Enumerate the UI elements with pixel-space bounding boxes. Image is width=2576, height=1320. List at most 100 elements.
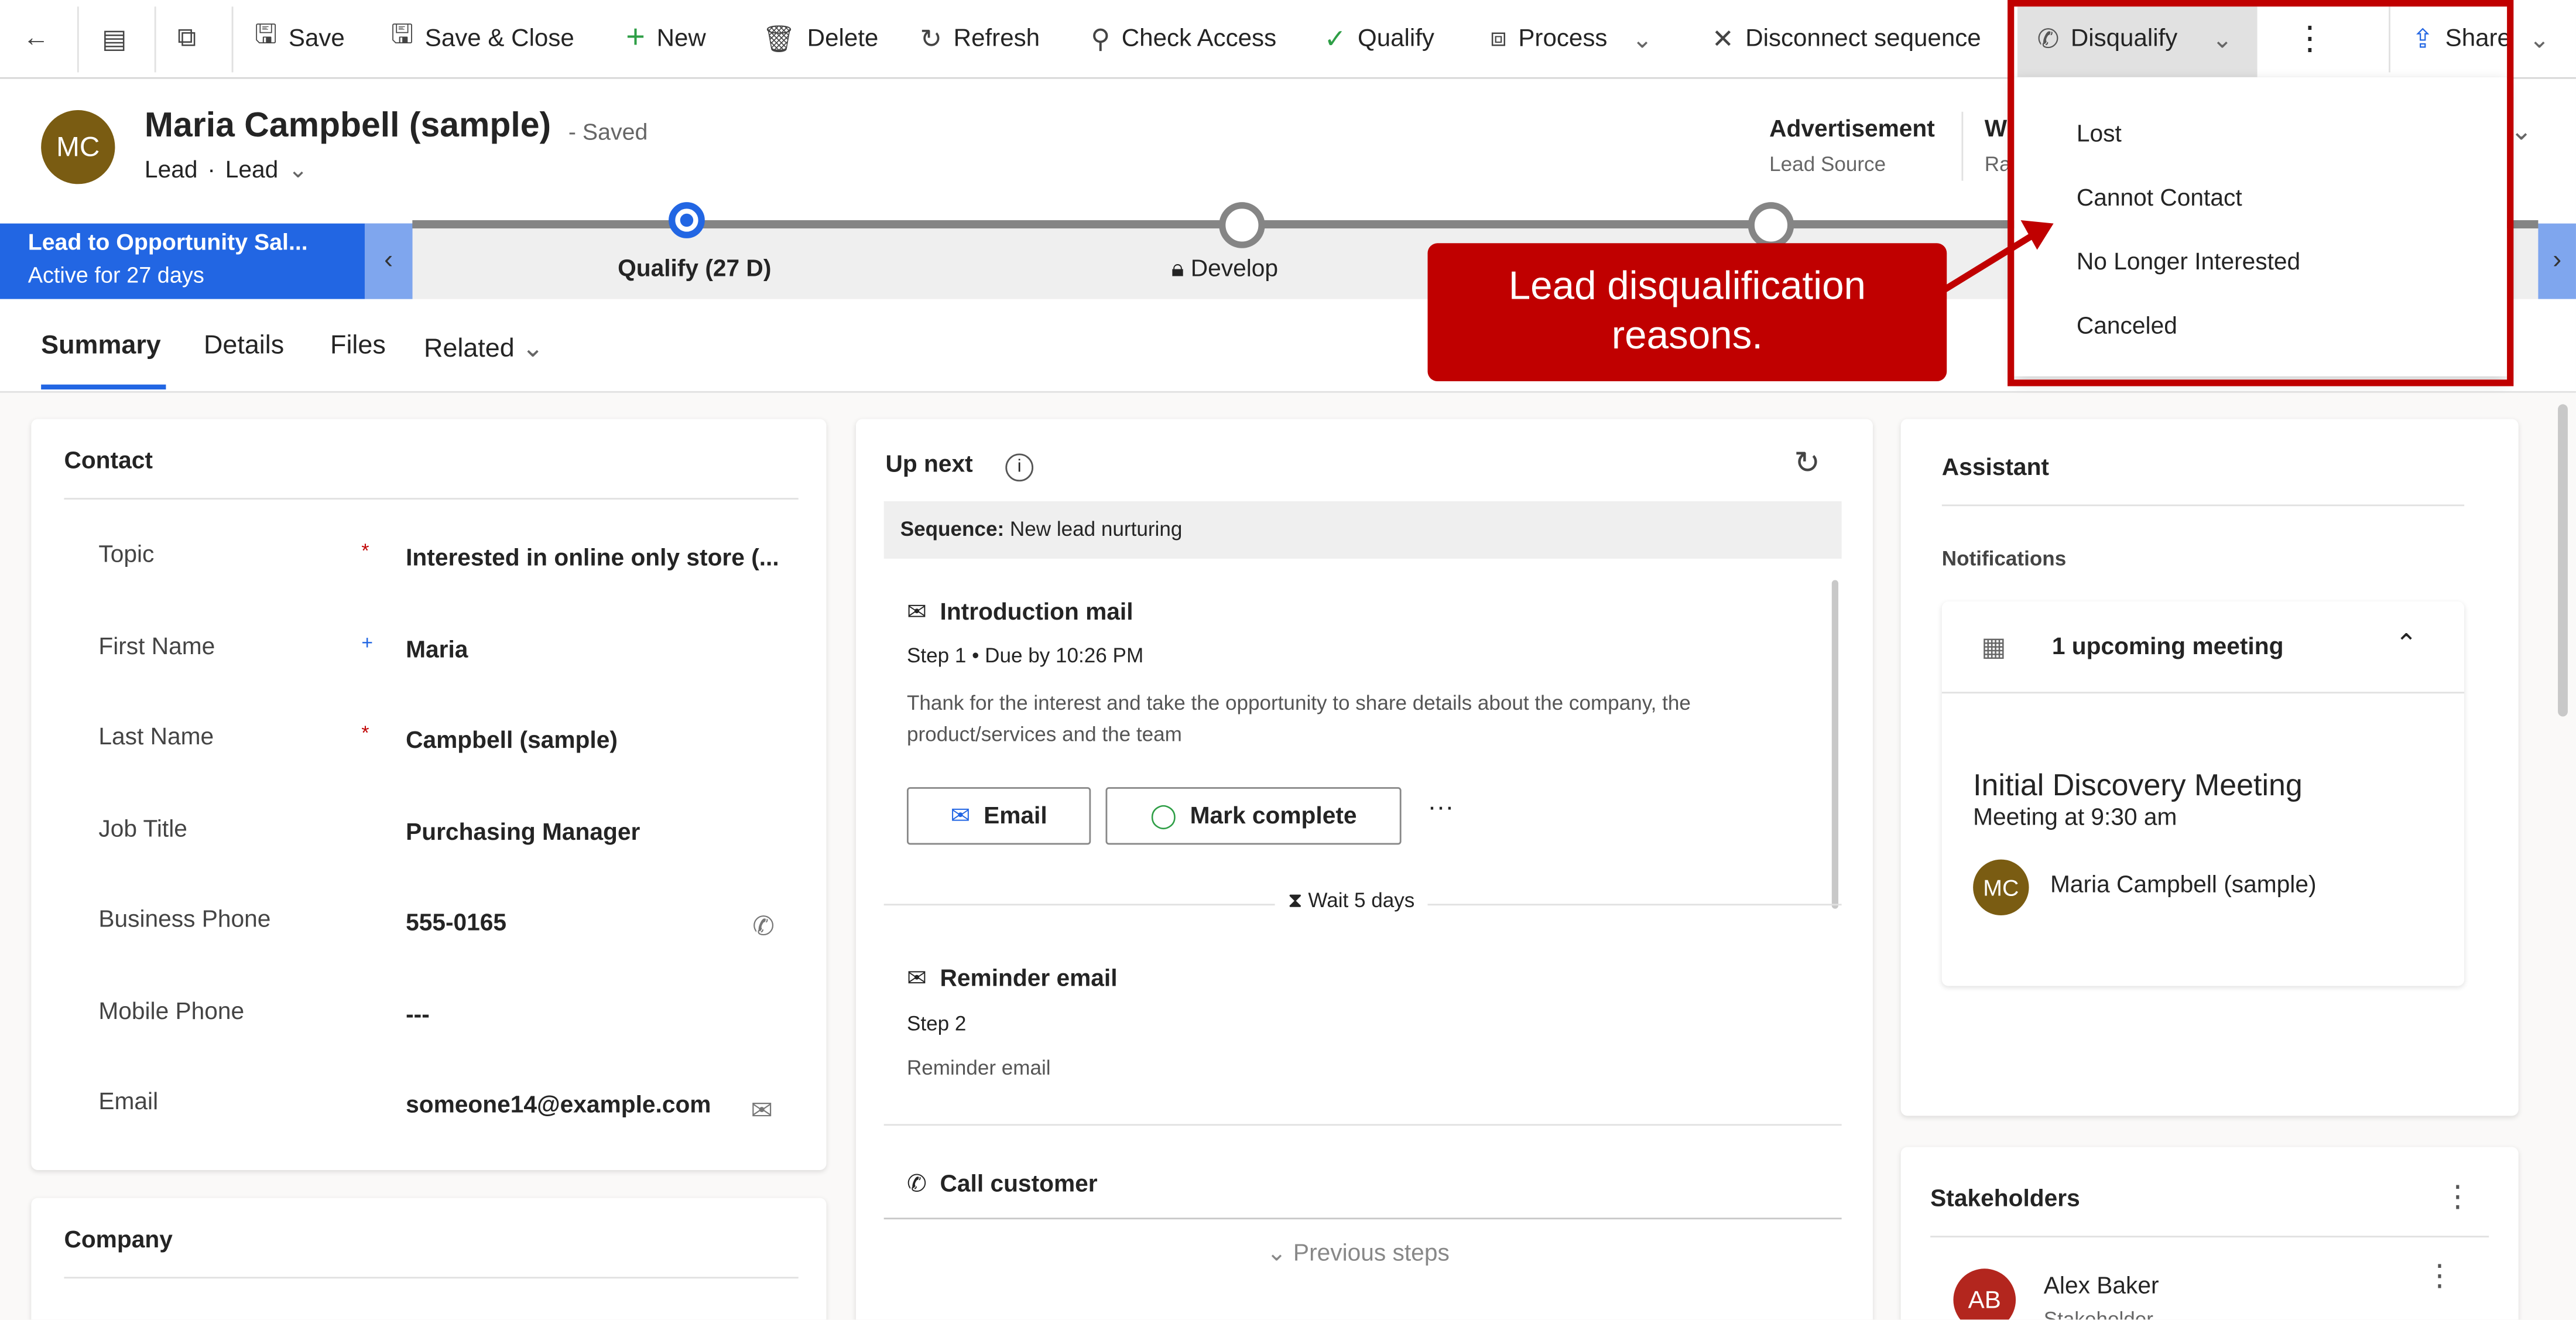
stakeholder-role: Stakeholder <box>2044 1308 2153 1320</box>
plus-icon: + <box>626 19 645 56</box>
stage-develop-node[interactable] <box>1219 202 1265 248</box>
email-button[interactable]: ✉ Email <box>906 787 1091 845</box>
more-vertical-icon[interactable]: ⋮ <box>2425 1259 2455 1293</box>
field-label: Job Title <box>98 816 187 843</box>
annotation-arrow <box>1943 220 2054 292</box>
section-title: Up next <box>885 452 973 478</box>
disconnect-label: Disconnect sequence <box>1745 25 1981 53</box>
close-icon: ✕ <box>1711 25 1734 54</box>
more-vertical-icon[interactable]: ⋮ <box>2443 1180 2473 1215</box>
lead-source-label: Lead Source <box>1769 152 1886 176</box>
more-actions-button[interactable]: ··· <box>1428 794 1454 823</box>
stakeholders-section: Stakeholders ⋮ AB Alex Baker Stakeholder… <box>1900 1147 2519 1320</box>
field-value[interactable]: Maria <box>406 637 468 663</box>
header-expand-icon[interactable]: ⌄ <box>2510 115 2533 148</box>
stage-propose-node[interactable] <box>1748 202 1794 248</box>
info-icon[interactable]: i <box>1005 453 1034 482</box>
calendar-icon: ▦ <box>1981 634 2006 662</box>
chevron-down-icon: ⌄ <box>1632 25 1653 54</box>
tab-details[interactable]: Details <box>204 332 284 362</box>
step-meta: Step 2 <box>906 1012 967 1035</box>
qualify-icon: ✓ <box>1324 25 1347 54</box>
notifications-label: Notifications <box>1941 547 2067 570</box>
avatar: AB <box>1953 1268 2016 1320</box>
field-value[interactable]: someone14@example.com <box>406 1093 711 1119</box>
field-value[interactable]: 555-0165 <box>406 911 506 937</box>
phone-icon[interactable]: ✆ <box>752 911 775 943</box>
page-scrollbar[interactable] <box>2558 404 2568 717</box>
save-button[interactable]: 🖫 Save <box>255 0 345 77</box>
save-close-label: Save & Close <box>424 25 574 53</box>
disconnect-sequence-button[interactable]: ✕ Disconnect sequence <box>1712 0 1981 77</box>
mail-icon: ✉ <box>906 966 927 993</box>
stage-qualify-node[interactable] <box>669 202 705 238</box>
record-title: Maria Campbell (sample) <box>144 107 551 145</box>
check-access-label: Check Access <box>1121 25 1277 53</box>
refresh-icon[interactable]: ↻ <box>1794 445 1820 483</box>
field-value[interactable]: Campbell (sample) <box>406 728 618 754</box>
meeting-title[interactable]: Initial Discovery Meeting <box>1973 767 2303 803</box>
form-icon-button[interactable]: ▤ <box>102 0 126 77</box>
save-label: Save <box>288 25 345 53</box>
lead-source-value: Advertisement <box>1769 117 1935 143</box>
bpf-prev-button[interactable]: ‹ <box>364 223 413 299</box>
avatar: MC <box>1973 859 2029 915</box>
key-icon: ⚲ <box>1091 25 1111 54</box>
contact-section: Contact <box>31 419 827 1170</box>
scrollbar[interactable] <box>1831 580 1839 909</box>
refresh-label: Refresh <box>953 25 1040 53</box>
step-title: Reminder email <box>940 966 1118 993</box>
field-label: First Name <box>98 633 215 660</box>
hourglass-icon: ⧗ <box>1287 889 1303 912</box>
field-value[interactable]: Interested in online only store (... <box>406 546 779 572</box>
tab-related[interactable]: Related ⌄ <box>424 332 544 365</box>
stage-develop-label[interactable]: Develop <box>1191 257 1278 283</box>
trash-icon: 🗑 <box>762 25 796 54</box>
field-value[interactable]: Purchasing Manager <box>406 819 640 846</box>
chevron-left-icon: ‹ <box>384 246 393 275</box>
delete-button[interactable]: 🗑 Delete <box>762 0 878 77</box>
field-value[interactable]: --- <box>406 1001 430 1028</box>
form-selector[interactable]: Lead <box>225 158 279 184</box>
refresh-icon: ↻ <box>920 25 943 54</box>
rating-value: W <box>1984 117 2008 143</box>
check-access-button[interactable]: ⚲ Check Access <box>1091 0 1276 77</box>
chevron-down-icon: ⌄ <box>522 335 544 364</box>
stakeholder-name[interactable]: Alex Baker <box>2044 1274 2159 1300</box>
step-description: Thank for the interest and take the oppo… <box>906 692 1691 746</box>
sequence-banner: Sequence: New lead nurturing <box>883 501 1842 559</box>
tab-summary[interactable]: Summary <box>41 332 161 362</box>
company-section: Company <box>31 1198 827 1320</box>
upcoming-meeting-label: 1 upcoming meeting <box>2051 634 2284 661</box>
rating-label: Ra <box>1984 152 2011 176</box>
open-new-window-button[interactable]: ⧉ <box>177 0 196 77</box>
previous-steps-button[interactable]: ⌄ Previous steps <box>1267 1241 1450 1267</box>
field-label: Mobile Phone <box>98 998 245 1025</box>
bpf-next-button[interactable]: › <box>2538 223 2576 299</box>
avatar: MC <box>41 110 115 184</box>
qualify-button[interactable]: ✓ Qualify <box>1324 0 1434 77</box>
mark-complete-button[interactable]: ◯ Mark complete <box>1105 787 1402 845</box>
required-indicator: + <box>361 630 374 654</box>
step-description: Reminder email <box>906 1056 1051 1080</box>
stage-qualify-label[interactable]: Qualify (27 D) <box>618 257 771 283</box>
new-button[interactable]: + New <box>626 0 706 77</box>
step-title: Introduction mail <box>940 600 1133 627</box>
tab-files[interactable]: Files <box>330 332 386 362</box>
field-label: Topic <box>98 542 155 569</box>
wait-label: Wait 5 days <box>1308 889 1415 912</box>
refresh-button[interactable]: ↻ Refresh <box>920 0 1040 77</box>
email-compose-icon[interactable]: ✉ <box>751 1095 773 1127</box>
process-button[interactable]: ⧈ Process ⌄ <box>1490 0 1653 77</box>
save-icon: 🖫 <box>254 21 278 50</box>
required-indicator: * <box>361 539 369 562</box>
lock-icon: 🔒︎ <box>1171 256 1184 283</box>
section-title: Stakeholders <box>1930 1186 2080 1213</box>
chevron-up-icon[interactable]: ⌃ <box>2395 628 2417 661</box>
pop-out-icon: ⧉ <box>177 23 197 52</box>
save-close-button[interactable]: 🖫 Save & Close <box>391 0 574 77</box>
back-button[interactable]: ← <box>23 0 49 77</box>
save-status: - Saved <box>568 118 648 145</box>
qualify-label: Qualify <box>1357 25 1434 53</box>
attendee-name[interactable]: Maria Campbell (sample) <box>2050 873 2317 899</box>
